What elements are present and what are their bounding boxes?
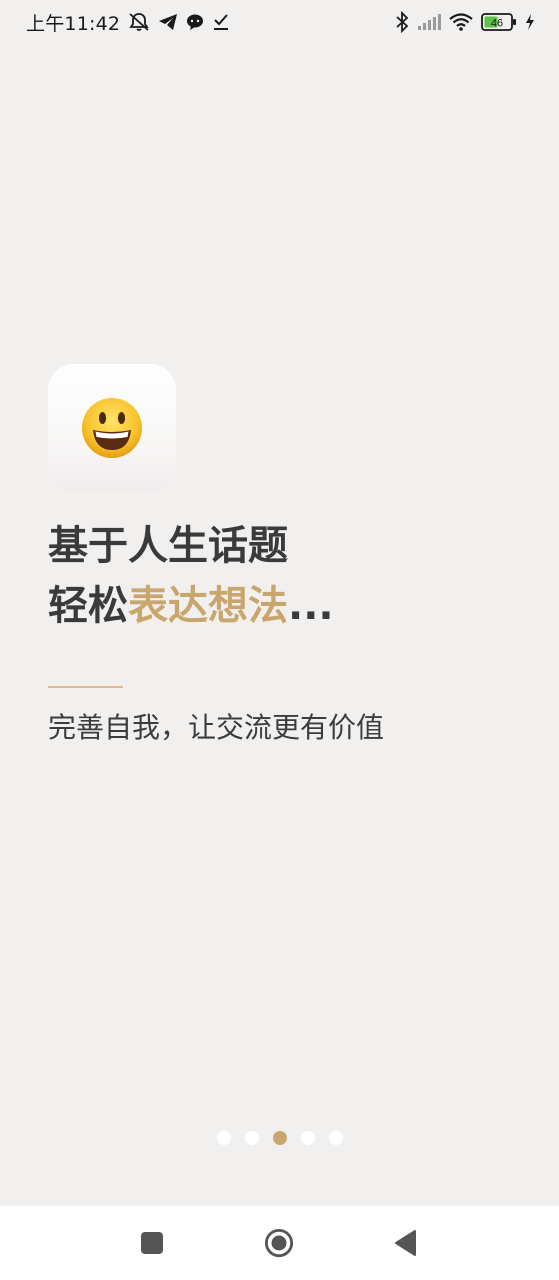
page-dot-4[interactable]: [300, 1131, 315, 1145]
download-check-icon: [212, 13, 230, 31]
chat-bubble-icon: [186, 13, 204, 31]
back-button[interactable]: [391, 1228, 421, 1258]
navigation-bar: [0, 1206, 559, 1280]
battery-level-text: 46: [491, 18, 503, 30]
recent-apps-icon: [141, 1232, 163, 1254]
app-icon-card: [48, 364, 176, 492]
headline-ellipsis: ...: [288, 583, 334, 629]
telegram-icon: [158, 13, 178, 31]
mute-bell-icon: [128, 12, 150, 32]
page-dot-1[interactable]: [216, 1131, 231, 1145]
status-time: 上午11:42: [26, 12, 121, 35]
headline-line-2: 轻松表达想法...: [48, 576, 528, 636]
wifi-icon: [449, 13, 473, 31]
smiley-emoji-icon: [82, 398, 142, 458]
battery-icon: 46: [481, 12, 517, 32]
headline-accent-text: 表达想法: [128, 583, 288, 629]
status-bar: 上午11:42 46: [0, 0, 559, 44]
cellular-signal-icon: [417, 13, 441, 31]
headline-plain-text: 轻松: [48, 583, 128, 629]
page-dot-3[interactable]: [272, 1131, 287, 1145]
status-right: 46: [395, 11, 535, 33]
home-icon: [264, 1228, 294, 1258]
headline: 基于人生话题 轻松表达想法...: [48, 516, 528, 636]
recent-apps-button[interactable]: [137, 1228, 167, 1258]
bluetooth-icon: [395, 11, 409, 33]
status-left: 上午11:42: [26, 9, 230, 36]
subtitle: 完善自我，让交流更有价值: [48, 711, 385, 744]
headline-line-1: 基于人生话题: [48, 523, 288, 569]
charging-icon: [525, 13, 535, 31]
page-dot-2[interactable]: [244, 1131, 259, 1145]
back-icon: [395, 1230, 416, 1256]
onboarding-screen: 上午11:42 46 基于人生话题 轻松表达想法... 完善自我，让交流更有价值: [0, 0, 559, 1280]
accent-divider: [48, 686, 123, 688]
home-button[interactable]: [264, 1228, 294, 1258]
page-indicator: [0, 1128, 559, 1148]
page-dot-5[interactable]: [328, 1131, 343, 1145]
